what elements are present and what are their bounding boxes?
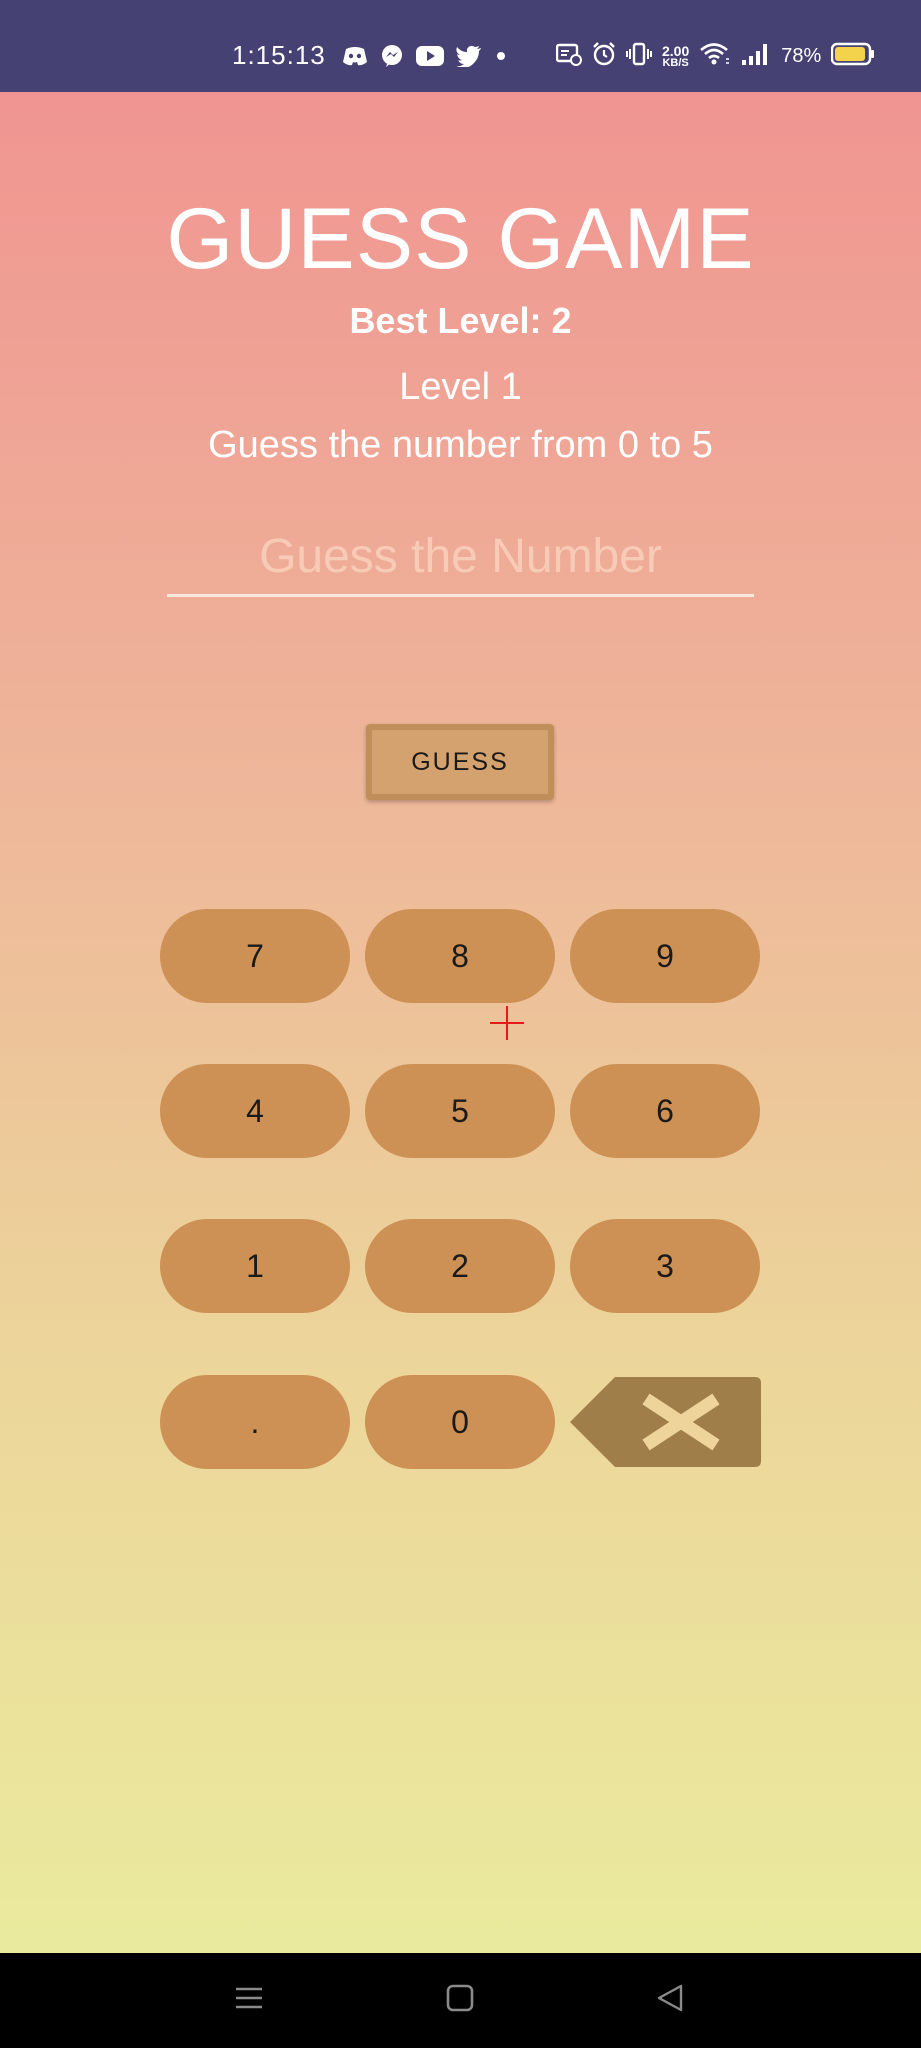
key-3[interactable]: 3 — [570, 1219, 760, 1313]
key-0[interactable]: 0 — [365, 1375, 555, 1469]
key-9[interactable]: 9 — [570, 909, 760, 1003]
backspace-button[interactable] — [570, 1377, 761, 1467]
back-icon[interactable] — [656, 1983, 684, 2018]
key-8[interactable]: 8 — [365, 909, 555, 1003]
game-title: GUESS GAME — [166, 191, 755, 287]
key-5[interactable]: 5 — [365, 1064, 555, 1158]
dot-icon — [494, 49, 508, 68]
twitter-icon — [456, 45, 482, 72]
key-decimal[interactable]: . — [160, 1375, 350, 1469]
pointer-crosshair-icon — [490, 1006, 524, 1040]
screen-cast-icon — [555, 42, 582, 71]
alarm-icon — [592, 42, 616, 71]
menu-icon[interactable] — [234, 1983, 264, 2018]
current-level: Level 1 — [399, 366, 522, 408]
battery-icon — [831, 42, 875, 71]
network-speed-unit: KB/S — [662, 57, 689, 69]
key-4[interactable]: 4 — [160, 1064, 350, 1158]
status-time: 1:15:13 — [232, 40, 326, 70]
wifi-icon — [699, 42, 731, 71]
network-speed-value: 2.00 — [662, 43, 690, 59]
signal-icon — [741, 42, 771, 71]
network-speed: 2.00 KB/S — [662, 44, 689, 69]
key-2[interactable]: 2 — [365, 1219, 555, 1313]
screen: 1:15:13 2.00 KB/S 78% GUESS GAME Best Le… — [0, 0, 921, 2048]
system-icons: 2.00 KB/S 78% — [555, 42, 875, 71]
best-level: Best Level: 2 — [349, 300, 572, 341]
navigation-bar — [0, 1953, 921, 2048]
backspace-icon — [570, 1377, 761, 1467]
guess-button[interactable]: GUESS — [366, 724, 554, 800]
home-icon[interactable] — [446, 1983, 474, 2018]
vibrate-icon — [626, 42, 652, 71]
guess-range-hint: Guess the number from 0 to 5 — [208, 424, 713, 466]
notification-icons — [342, 44, 508, 73]
key-7[interactable]: 7 — [160, 909, 350, 1003]
discord-icon — [342, 45, 368, 72]
messenger-icon — [380, 44, 404, 73]
key-6[interactable]: 6 — [570, 1064, 760, 1158]
status-bar: 1:15:13 2.00 KB/S 78% — [0, 0, 921, 92]
key-1[interactable]: 1 — [160, 1219, 350, 1313]
youtube-icon — [416, 46, 444, 71]
guess-input[interactable] — [167, 518, 754, 597]
battery-percent: 78% — [781, 45, 822, 67]
